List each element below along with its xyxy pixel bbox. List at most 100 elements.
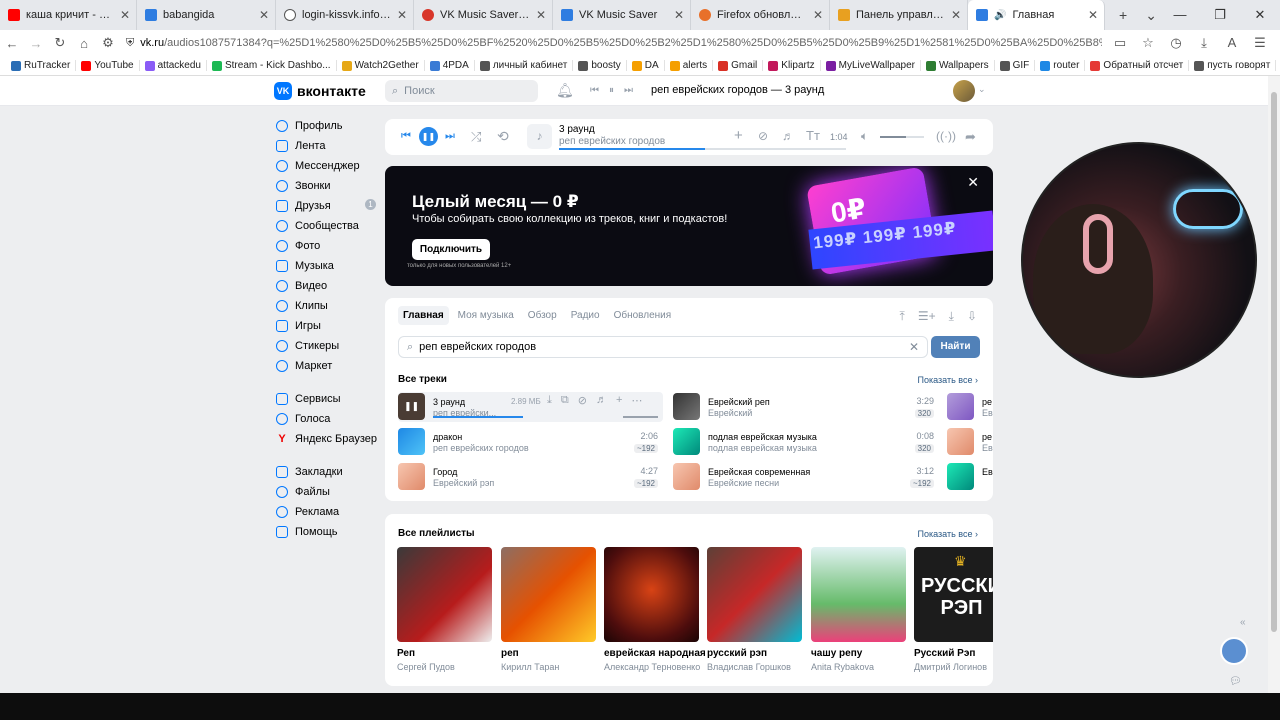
music-tab[interactable]: Обновления xyxy=(609,306,677,325)
menu-item[interactable]: Мессенджер xyxy=(276,156,386,176)
collapse-icon[interactable]: « xyxy=(1240,617,1246,628)
track-row[interactable]: дракон реп еврейских городов 2:06 ~192 xyxy=(398,427,658,457)
bookmark-item[interactable]: пусть говорят xyxy=(1189,60,1277,71)
track-row[interactable]: ре Ев xyxy=(947,392,993,422)
permissions-icon[interactable]: ⚙ xyxy=(96,35,120,51)
playlist-card[interactable]: чашу репу Anita Rybakova xyxy=(811,547,906,672)
home-icon[interactable]: ⌂ xyxy=(72,36,96,51)
menu-item[interactable]: Маркет xyxy=(276,356,386,376)
scrollbar-thumb[interactable] xyxy=(1271,92,1277,632)
forward-icon[interactable]: → xyxy=(24,36,48,51)
search-input[interactable]: ⌕ Поиск xyxy=(385,80,538,102)
browser-tab[interactable]: Firefox обновлен — Firefox✕ xyxy=(691,0,830,30)
bookmark-item[interactable]: Watch2Gether xyxy=(337,60,425,71)
bookmark-item[interactable]: hdrezka xyxy=(1276,60,1280,71)
dislike-icon[interactable]: ⊘ xyxy=(578,394,587,407)
browser-tab[interactable]: каша кричит - YouTube✕ xyxy=(0,0,137,30)
playlist-card[interactable]: ♛ РУССКИ РЭП Русский Рэп Дмитрий Логинов xyxy=(914,547,993,672)
bookmark-item[interactable]: Stream - Kick Dashbo... xyxy=(207,60,337,71)
music-tab[interactable]: Моя музыка xyxy=(453,306,519,325)
menu-item[interactable]: Видео xyxy=(276,276,386,296)
track-row[interactable]: ре Ев xyxy=(947,427,993,457)
download-icon[interactable]: ⤓ xyxy=(547,394,552,407)
pause-icon[interactable]: ⏸ xyxy=(609,85,614,96)
tab-list-icon[interactable]: ⌄ xyxy=(1145,7,1157,24)
track-row[interactable]: Еврейский реп Еврейский 3:29 320 xyxy=(673,392,934,422)
menu-item[interactable]: Y Яндекс Браузер xyxy=(276,429,386,449)
speaker-icon[interactable]: 🔊 xyxy=(994,10,1006,21)
close-window-icon[interactable]: ✕ xyxy=(1240,0,1280,30)
more-icon[interactable]: ⋯ xyxy=(631,394,642,407)
next-icon[interactable]: ⏭ xyxy=(445,130,455,143)
close-icon[interactable]: ✕ xyxy=(967,174,979,191)
playlist-add-icon[interactable]: ☰+ xyxy=(918,309,936,324)
copy-icon[interactable]: ⧉ xyxy=(561,394,569,407)
browser-tab[interactable]: VK Music Saver ✕ xyxy=(553,0,691,30)
chat-bubble-icon[interactable]: 💬︎ xyxy=(1229,676,1242,687)
track-row[interactable]: Город Еврейский рэп 4:27 ~192 xyxy=(398,462,658,492)
browser-tab[interactable]: Панель управления - Donat✕ xyxy=(830,0,968,30)
volume-slider[interactable] xyxy=(880,136,924,138)
player-track-artist[interactable]: реп еврейских городов xyxy=(559,136,665,147)
find-button[interactable]: Найти xyxy=(931,336,980,358)
vk-logo[interactable]: VK вконтакте xyxy=(274,82,366,100)
close-icon[interactable]: ✕ xyxy=(674,8,684,22)
translate-icon[interactable]: A xyxy=(1220,35,1244,51)
menu-item[interactable]: Файлы xyxy=(276,482,386,502)
bookmark-item[interactable]: alerts xyxy=(665,60,714,71)
star-icon[interactable]: ☆ xyxy=(1136,35,1160,51)
menu-item[interactable]: Сообщества xyxy=(276,216,386,236)
bookmark-item[interactable]: DA xyxy=(627,60,665,71)
track-row[interactable]: Еврейская современная Еврейские песни 3:… xyxy=(673,462,934,492)
track-volume[interactable] xyxy=(623,416,658,418)
clear-icon[interactable]: ✕ xyxy=(909,340,919,354)
browser-tab[interactable]: VK Music Saver — скачать в✕ xyxy=(414,0,553,30)
minimize-icon[interactable]: — xyxy=(1160,0,1200,30)
bookmark-item[interactable]: boosty xyxy=(573,60,627,71)
bookmark-item[interactable]: 4PDA xyxy=(425,60,475,71)
show-all-playlists-link[interactable]: Показать все › xyxy=(918,529,978,539)
address-bar[interactable]: ⛨ vk.ru/audios1087571384?q=%25D1%2580%25… xyxy=(126,33,1102,53)
menu-item[interactable]: Друзья 1 xyxy=(276,196,386,216)
chat-avatar-button[interactable] xyxy=(1220,637,1248,665)
shuffle-icon[interactable]: ⤮ xyxy=(471,129,481,145)
music-search-input[interactable]: ⌕ реп еврейских городов ✕ xyxy=(398,336,928,358)
download-icon[interactable]: ⤓ xyxy=(949,309,954,324)
browser-tab[interactable]: login-kissvk.info/kvk/kvk-au✕ xyxy=(276,0,414,30)
previous-icon[interactable]: ⏮ xyxy=(401,130,411,143)
reader-icon[interactable]: ▭ xyxy=(1108,35,1132,51)
back-icon[interactable]: ← xyxy=(0,36,24,51)
close-icon[interactable]: ✕ xyxy=(1088,8,1098,22)
browser-tab-active[interactable]: 🔊 Главная ✕ xyxy=(968,0,1105,30)
dislike-icon[interactable]: ⊘ xyxy=(758,129,768,143)
lyrics-icon[interactable]: ♬ xyxy=(782,129,794,143)
share-icon[interactable]: ➦ xyxy=(965,129,976,145)
playlist-card[interactable]: Реп Сергей Пудов xyxy=(397,547,492,672)
bookmark-item[interactable]: router xyxy=(1035,60,1086,71)
close-icon[interactable]: ✕ xyxy=(536,8,546,22)
menu-item[interactable]: Профиль xyxy=(276,116,386,136)
menu-item[interactable]: Сервисы xyxy=(276,389,386,409)
music-tab[interactable]: Главная xyxy=(398,306,449,325)
repeat-icon[interactable]: ⟲ xyxy=(497,128,509,145)
menu-item[interactable]: Клипы xyxy=(276,296,386,316)
restore-icon[interactable]: ❐ xyxy=(1200,0,1240,30)
history-icon[interactable]: ◷ xyxy=(1164,35,1188,51)
avatar[interactable] xyxy=(953,80,975,102)
close-icon[interactable]: ✕ xyxy=(951,8,961,22)
next-icon[interactable]: ⏭ xyxy=(624,85,633,96)
bookmark-item[interactable]: RuTracker xyxy=(6,60,77,71)
broadcast-icon[interactable]: ((·)) xyxy=(936,129,956,143)
track-row[interactable]: подлая еврейская музыка подлая еврейская… xyxy=(673,427,934,457)
bookmark-item[interactable]: Wallpapers xyxy=(921,60,995,71)
page-scrollbar[interactable] xyxy=(1268,76,1280,693)
pause-icon[interactable]: ❚❚ xyxy=(398,393,425,420)
chevron-down-icon[interactable]: ⌄ xyxy=(978,84,986,95)
add-icon[interactable]: + xyxy=(616,394,622,407)
browser-tab[interactable]: babangida ✕ xyxy=(137,0,276,30)
subscribe-button[interactable]: Подключить xyxy=(412,239,490,260)
playlist-card[interactable]: реп Кирилл Таран xyxy=(501,547,596,672)
menu-item[interactable]: Игры xyxy=(276,316,386,336)
music-tab[interactable]: Обзор xyxy=(523,306,562,325)
close-icon[interactable]: ✕ xyxy=(397,8,407,22)
